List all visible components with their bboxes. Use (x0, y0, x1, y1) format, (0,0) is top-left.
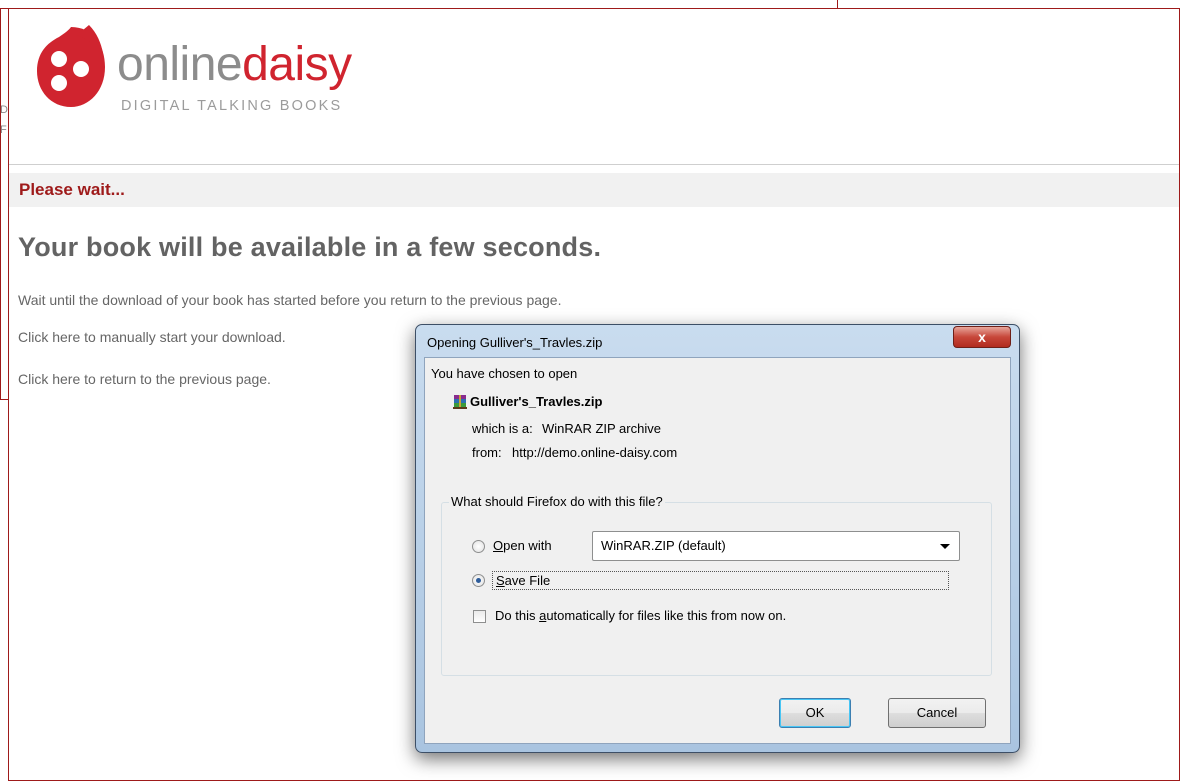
file-type-label: which is a: (472, 421, 533, 436)
winrar-archive-icon (453, 395, 467, 409)
auto-label[interactable]: Do this automatically for files like thi… (495, 608, 786, 623)
open-with-label[interactable]: Open with (493, 538, 552, 553)
chevron-down-icon (940, 544, 950, 549)
daisy-logo-icon (37, 25, 105, 107)
instruction-text: Wait until the download of your book has… (18, 292, 562, 308)
action-group-title: What should Firefox do with this file? (449, 494, 665, 509)
brand-tagline: DIGITAL TALKING BOOKS (121, 98, 343, 114)
close-button[interactable]: x (953, 326, 1011, 348)
header-divider (9, 164, 1179, 165)
auto-checkbox[interactable] (473, 610, 486, 623)
chosen-text: You have chosen to open (431, 366, 578, 381)
please-wait-title: Please wait... (19, 180, 125, 199)
brand-logo[interactable]: onlinedaisy DIGITAL TALKING BOOKS (31, 23, 411, 123)
file-name: Gulliver's_Travles.zip (470, 394, 603, 409)
dialog-title: Opening Gulliver's_Travles.zip (427, 335, 603, 350)
return-previous-link[interactable]: Click here to return to the previous pag… (18, 371, 271, 387)
file-source-value: http://demo.online-daisy.com (512, 445, 678, 460)
brand-daisy-text: daisy (242, 38, 352, 91)
brand-online-text: online (117, 38, 243, 91)
brand-wordmark: onlinedaisy (117, 39, 352, 91)
background-text: D F (0, 104, 8, 136)
background-frame-edge (0, 8, 1, 400)
open-with-app: WinRAR.ZIP (default) (601, 538, 726, 553)
open-with-select[interactable]: WinRAR.ZIP (default) (592, 531, 960, 561)
file-source-label: from: (472, 445, 502, 460)
save-file-label[interactable]: Save File (492, 571, 949, 590)
open-with-radio[interactable] (472, 540, 485, 553)
ok-button[interactable]: OK (779, 698, 851, 728)
file-type-value: WinRAR ZIP archive (542, 421, 661, 436)
page-headline: Your book will be available in a few sec… (18, 232, 602, 262)
cancel-button[interactable]: Cancel (888, 698, 986, 728)
status-bar: Please wait... (9, 173, 1179, 207)
manual-download-link[interactable]: Click here to manually start your downlo… (18, 329, 286, 345)
save-file-radio[interactable] (472, 574, 485, 587)
download-dialog: Opening Gulliver's_Travles.zip x You hav… (415, 324, 1020, 753)
dialog-body: You have chosen to open Gulliver's_Travl… (424, 357, 1011, 744)
close-icon: x (978, 329, 986, 345)
